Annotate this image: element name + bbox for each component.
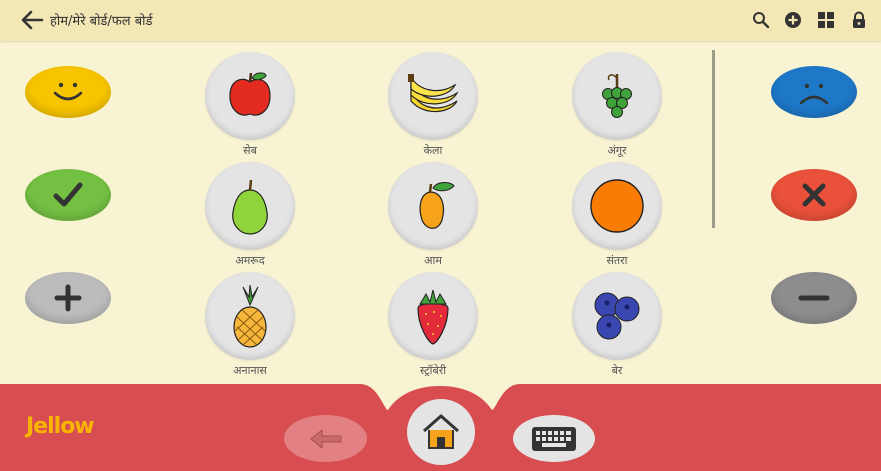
no-button[interactable] [771, 169, 857, 221]
search-icon[interactable] [752, 11, 770, 29]
yes-button[interactable] [25, 169, 111, 221]
pineapple-icon [233, 284, 267, 348]
berry-icon [594, 292, 640, 340]
tile-guava[interactable]: अमरूद [203, 162, 297, 268]
tile-circle [388, 162, 478, 250]
tile-circle [572, 162, 662, 250]
tile-circle [572, 272, 662, 360]
tile-label: स्ट्रॉबेरी [419, 364, 447, 377]
guava-icon [232, 179, 268, 235]
scrollbar[interactable] [712, 50, 715, 228]
home-icon [423, 414, 459, 449]
tile-label: बेर [611, 364, 623, 377]
apple-icon [229, 72, 271, 116]
more-button[interactable] [25, 272, 111, 324]
breadcrumb: होम/मेरे बोर्ड/फल बोर्ड [50, 14, 153, 29]
tile-label: संतरा [606, 254, 628, 267]
tile-circle [388, 272, 478, 360]
tile-circle [572, 52, 662, 140]
tile-circle [205, 272, 295, 360]
tile-apple[interactable]: सेब [203, 52, 297, 158]
tile-label: केला [423, 144, 443, 157]
cross-icon [802, 183, 826, 207]
tile-circle [205, 162, 295, 250]
tile-banana[interactable]: केला [386, 52, 480, 158]
dislike-button[interactable] [771, 66, 857, 118]
grid-icon[interactable] [817, 11, 835, 29]
tile-label: अंगूर [607, 144, 627, 157]
tile-label: आम [424, 254, 442, 267]
keyboard-icon [532, 426, 576, 451]
checkmark-icon [53, 182, 83, 207]
home-button[interactable] [407, 399, 475, 465]
tile-circle [205, 52, 295, 140]
banana-icon [408, 74, 459, 113]
top-app-bar: होम/मेरे बोर्ड/फल बोर्ड [0, 0, 881, 41]
minus-icon [798, 295, 830, 301]
less-button[interactable] [771, 272, 857, 324]
tile-orange[interactable]: संतरा [570, 162, 664, 268]
orange-icon [590, 179, 644, 233]
strawberry-icon [417, 289, 449, 345]
tile-label: अमरूद [235, 254, 265, 267]
tile-grapes[interactable]: अंगूर [570, 52, 664, 158]
add-circle-icon[interactable] [784, 11, 802, 29]
grapes-icon [602, 74, 632, 118]
sad-face-icon [799, 83, 829, 105]
back-arrow-icon[interactable] [20, 9, 44, 31]
tile-strawberry[interactable]: स्ट्रॉबेरी [386, 272, 480, 378]
tile-pineapple[interactable]: अनानास [203, 272, 297, 378]
tile-circle [388, 52, 478, 140]
back-button[interactable] [284, 415, 367, 462]
mango-icon [419, 182, 455, 229]
back-arrow-icon [309, 428, 341, 449]
lock-icon[interactable] [850, 11, 868, 29]
tile-berry[interactable]: बेर [570, 272, 664, 378]
plus-icon [54, 284, 82, 312]
tile-label: अनानास [233, 364, 267, 377]
smiley-icon [53, 82, 83, 101]
tile-mango[interactable]: आम [386, 162, 480, 268]
keyboard-button[interactable] [513, 415, 595, 462]
like-button[interactable] [25, 66, 111, 118]
tile-label: सेब [243, 144, 257, 157]
jellow-logo: Jellow [26, 414, 95, 439]
